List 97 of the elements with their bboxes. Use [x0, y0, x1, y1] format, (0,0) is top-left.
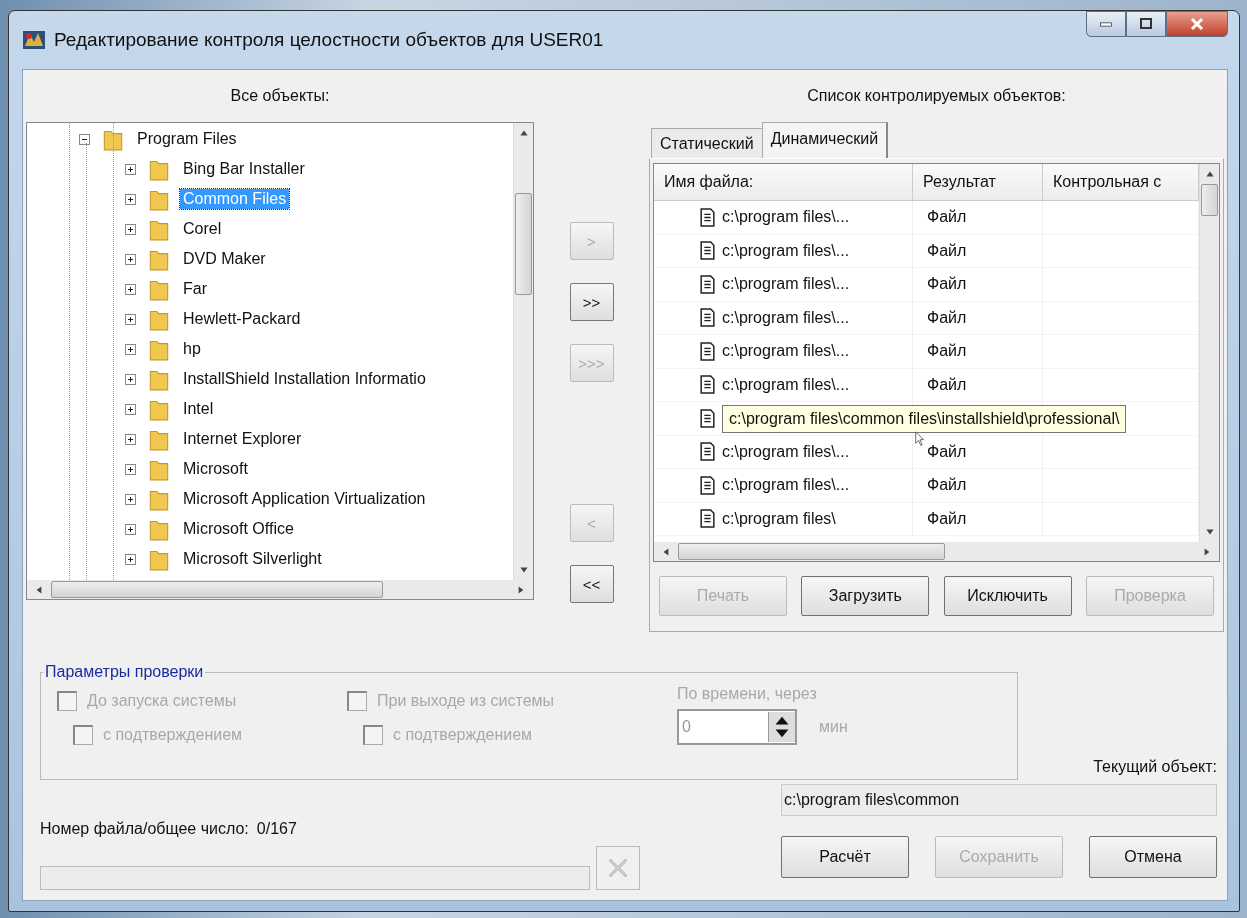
- expander-icon[interactable]: [125, 553, 136, 565]
- checkbox-label: До запуска системы: [87, 692, 237, 710]
- column-header[interactable]: Результат: [913, 164, 1043, 200]
- expander-icon[interactable]: [125, 493, 136, 505]
- tree-item[interactable]: DVD Maker: [180, 249, 269, 269]
- tree-item[interactable]: Microsoft: [180, 459, 251, 479]
- tree-item[interactable]: Far: [180, 279, 210, 299]
- result-text: Файл: [927, 375, 967, 394]
- expander-icon[interactable]: [125, 463, 136, 475]
- tree-item[interactable]: Intel: [180, 399, 217, 419]
- file-name: c:\program files\: [722, 509, 836, 528]
- transfer-button[interactable]: <<: [569, 565, 614, 603]
- minimize-button[interactable]: [1086, 11, 1126, 37]
- file-count: 0/167: [256, 820, 297, 838]
- document-icon: [700, 375, 715, 395]
- document-icon: [700, 207, 715, 227]
- action-button[interactable]: Загрузить: [801, 576, 930, 616]
- expander-icon[interactable]: [125, 193, 136, 205]
- expander-icon[interactable]: [125, 283, 136, 295]
- document-icon: [700, 408, 715, 428]
- document-icon: [700, 241, 715, 261]
- tree-item[interactable]: Bing Bar Installer: [180, 159, 308, 179]
- expander-icon[interactable]: [125, 253, 136, 265]
- document-icon: [700, 341, 715, 361]
- checkbox-label: с подтверждением: [103, 726, 243, 744]
- panel-label: Список контролируемых объектов:: [806, 86, 1067, 106]
- tree-item[interactable]: Microsoft Silverlight: [180, 549, 325, 569]
- dialog-button[interactable]: Отмена: [1089, 836, 1217, 878]
- scroll-thumb[interactable]: [1201, 184, 1218, 216]
- expander-icon[interactable]: [125, 523, 136, 535]
- group-title: Параметры проверки: [44, 663, 205, 681]
- file-count-label: Номер файла/общее число:: [40, 820, 249, 838]
- app-icon: [22, 28, 46, 52]
- expander-icon[interactable]: [125, 373, 136, 385]
- scroll-thumb[interactable]: [515, 193, 532, 295]
- tree-item[interactable]: Microsoft Application Virtualization: [180, 489, 429, 509]
- file-name: c:\program files\...: [722, 241, 850, 260]
- scroll-thumb[interactable]: [678, 543, 945, 560]
- checkbox-label: с подтверждением: [393, 726, 533, 744]
- cross-icon: [606, 856, 630, 880]
- checkbox-label: При выходе из системы: [377, 692, 555, 710]
- tree-item[interactable]: Program Files: [134, 129, 240, 149]
- result-text: Файл: [927, 275, 967, 294]
- document-icon: [700, 274, 715, 294]
- current-object-field: c:\program files\common: [781, 784, 1217, 816]
- close-button[interactable]: [1166, 11, 1228, 37]
- column-header[interactable]: Имя файла:: [654, 164, 913, 200]
- tab[interactable]: Динамический: [761, 122, 889, 158]
- expander-icon[interactable]: [125, 343, 136, 355]
- tree-item[interactable]: hp: [180, 339, 204, 359]
- expander-icon[interactable]: [125, 163, 136, 175]
- expander-icon[interactable]: [125, 403, 136, 415]
- document-icon: [700, 509, 715, 529]
- document-icon: [700, 308, 715, 328]
- column-header[interactable]: Контрольная с: [1043, 164, 1199, 200]
- minimize-icon: [1100, 21, 1112, 27]
- timer-label: По времени, через: [677, 685, 818, 703]
- panel-label: Все объекты:: [229, 86, 331, 106]
- horizontal-scrollbar[interactable]: [654, 542, 1219, 561]
- file-name: c:\program files\...: [722, 308, 850, 327]
- tree-item[interactable]: Internet Explorer: [180, 429, 305, 449]
- expander-icon[interactable]: [125, 223, 136, 235]
- tab[interactable]: Статический: [651, 128, 763, 158]
- result-text: Файл: [927, 241, 967, 260]
- vertical-scrollbar[interactable]: [513, 123, 533, 580]
- file-name: c:\program files\...: [722, 342, 850, 361]
- result-text: Файл: [927, 342, 967, 361]
- document-icon: [700, 442, 715, 462]
- current-object-label: Текущий объект:: [1092, 758, 1217, 777]
- scroll-thumb[interactable]: [51, 581, 383, 598]
- maximize-button[interactable]: [1126, 11, 1166, 37]
- result-text: Файл: [927, 476, 967, 495]
- file-name: c:\program files\...: [722, 275, 850, 294]
- unit-label: мин: [819, 718, 848, 736]
- result-text: Файл: [927, 308, 967, 327]
- tree-item[interactable]: Corel: [180, 219, 225, 239]
- action-button[interactable]: Исключить: [943, 576, 1072, 616]
- tree-item[interactable]: Microsoft Office: [180, 519, 297, 539]
- file-name: c:\program files\...: [722, 208, 850, 227]
- result-text: Файл: [927, 509, 967, 528]
- document-icon: [700, 475, 715, 495]
- tree-item[interactable]: Hewlett-Packard: [180, 309, 304, 329]
- result-text: Файл: [927, 442, 967, 461]
- expander-icon[interactable]: [125, 313, 136, 325]
- vertical-scrollbar[interactable]: [1199, 164, 1219, 542]
- expander-icon[interactable]: [125, 433, 136, 445]
- transfer-button[interactable]: >>: [569, 283, 614, 321]
- result-text: Файл: [927, 208, 967, 227]
- horizontal-scrollbar[interactable]: [27, 580, 533, 599]
- dialog-button[interactable]: Расчёт: [781, 836, 909, 878]
- file-name: c:\program files\...: [722, 442, 850, 461]
- file-name: c:\program files\...: [722, 375, 850, 394]
- tooltip: c:\program files\common files\installshield\professional\: [722, 405, 1127, 433]
- window-title: Редактирование контроля целостности объектов для USER01: [54, 29, 605, 51]
- expander-icon[interactable]: [79, 133, 90, 145]
- tree-item[interactable]: InstallShield Installation Informatio: [180, 369, 429, 389]
- file-name: c:\program files\...: [722, 476, 850, 495]
